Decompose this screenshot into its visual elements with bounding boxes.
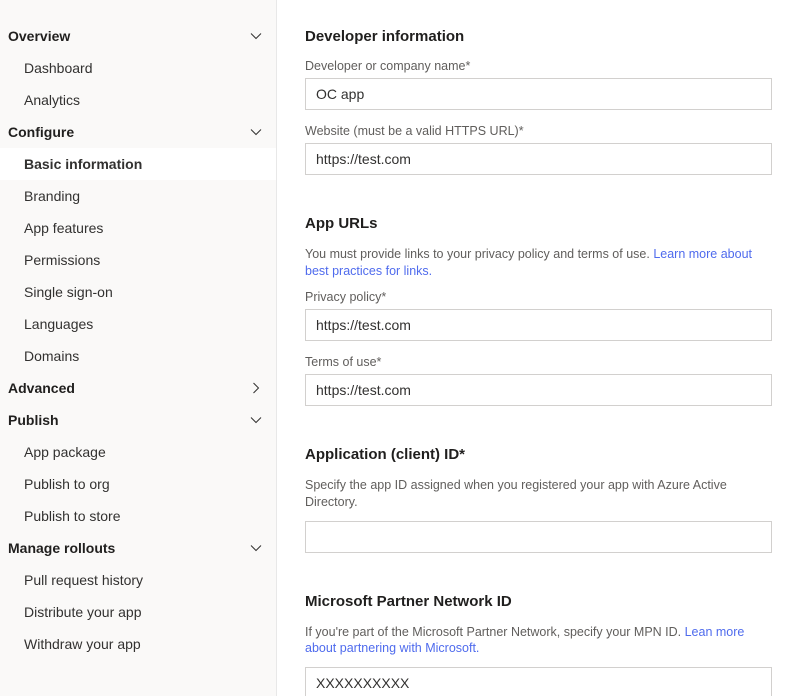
nav-item-permissions[interactable]: Permissions xyxy=(0,244,276,276)
terms-of-use-label: Terms of use* xyxy=(305,355,772,369)
nav-item-languages[interactable]: Languages xyxy=(0,308,276,340)
nav-item-distribute-your-app[interactable]: Distribute your app xyxy=(0,596,276,628)
nav-item-publish-to-store[interactable]: Publish to store xyxy=(0,500,276,532)
developer-name-label: Developer or company name* xyxy=(305,59,772,73)
section-title: Application (client) ID* xyxy=(305,446,772,463)
nav-item-basic-information[interactable]: Basic information xyxy=(0,148,276,180)
section-app-urls: App URLs You must provide links to your … xyxy=(305,215,772,406)
nav-item-pull-request-history[interactable]: Pull request history xyxy=(0,564,276,596)
nav-header-label: Manage rollouts xyxy=(8,540,115,556)
client-id-description: Specify the app ID assigned when you reg… xyxy=(305,477,772,511)
section-title: Developer information xyxy=(305,28,772,45)
chevron-right-icon xyxy=(250,382,262,394)
section-application-client-id: Application (client) ID* Specify the app… xyxy=(305,446,772,553)
sidebar: Overview Dashboard Analytics Configure B… xyxy=(0,0,277,696)
nav-header-overview[interactable]: Overview xyxy=(0,20,276,52)
mpn-id-input[interactable] xyxy=(305,667,772,696)
section-title: App URLs xyxy=(305,215,772,232)
nav-item-withdraw-your-app[interactable]: Withdraw your app xyxy=(0,628,276,660)
nav-header-label: Configure xyxy=(8,124,74,140)
nav-item-single-sign-on[interactable]: Single sign-on xyxy=(0,276,276,308)
terms-of-use-input[interactable] xyxy=(305,374,772,406)
privacy-policy-input[interactable] xyxy=(305,309,772,341)
main-content: Developer information Developer or compa… xyxy=(277,0,800,696)
section-title: Microsoft Partner Network ID xyxy=(305,593,772,610)
section-mpn-id: Microsoft Partner Network ID If you're p… xyxy=(305,593,772,696)
client-id-input[interactable] xyxy=(305,521,772,553)
privacy-policy-label: Privacy policy* xyxy=(305,290,772,304)
chevron-down-icon xyxy=(250,414,262,426)
nav-header-label: Advanced xyxy=(8,380,75,396)
nav-header-advanced[interactable]: Advanced xyxy=(0,372,276,404)
nav-item-dashboard[interactable]: Dashboard xyxy=(0,52,276,84)
nav-header-manage-rollouts[interactable]: Manage rollouts xyxy=(0,532,276,564)
nav-header-label: Overview xyxy=(8,28,70,44)
nav-header-label: Publish xyxy=(8,412,59,428)
nav-header-publish[interactable]: Publish xyxy=(0,404,276,436)
nav-item-publish-to-org[interactable]: Publish to org xyxy=(0,468,276,500)
developer-name-input[interactable] xyxy=(305,78,772,110)
website-input[interactable] xyxy=(305,143,772,175)
desc-text: You must provide links to your privacy p… xyxy=(305,247,653,261)
nav-item-analytics[interactable]: Analytics xyxy=(0,84,276,116)
website-label: Website (must be a valid HTTPS URL)* xyxy=(305,124,772,138)
desc-text: If you're part of the Microsoft Partner … xyxy=(305,625,685,639)
nav-item-app-package[interactable]: App package xyxy=(0,436,276,468)
app-urls-description: You must provide links to your privacy p… xyxy=(305,246,772,280)
nav-item-app-features[interactable]: App features xyxy=(0,212,276,244)
chevron-down-icon xyxy=(250,542,262,554)
nav-item-domains[interactable]: Domains xyxy=(0,340,276,372)
section-developer-information: Developer information Developer or compa… xyxy=(305,28,772,175)
nav-item-branding[interactable]: Branding xyxy=(0,180,276,212)
nav-header-configure[interactable]: Configure xyxy=(0,116,276,148)
chevron-down-icon xyxy=(250,126,262,138)
chevron-down-icon xyxy=(250,30,262,42)
mpn-description: If you're part of the Microsoft Partner … xyxy=(305,624,772,658)
